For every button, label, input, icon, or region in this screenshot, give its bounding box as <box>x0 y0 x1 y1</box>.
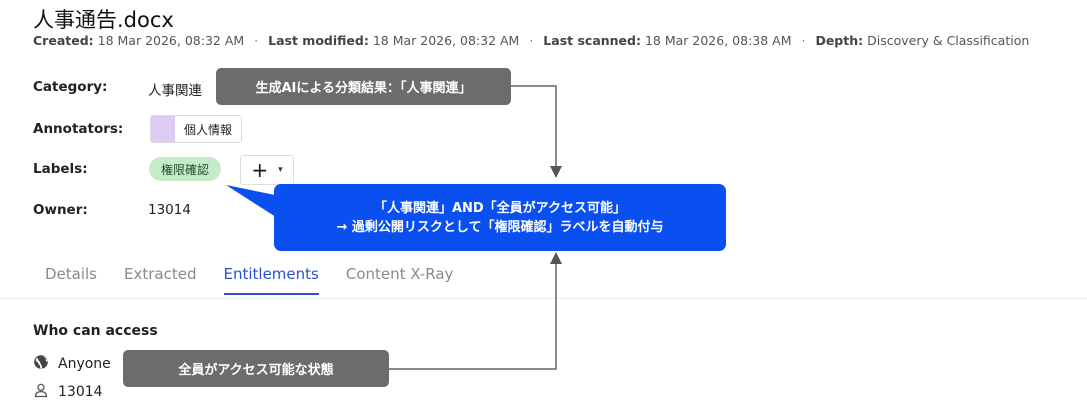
rule-callout: 「人事関連」AND「全員がアクセス可能」 → 過剰公開リスクとして「権限確認」ラ… <box>274 184 726 251</box>
arrow-category-to-rule <box>511 85 562 178</box>
rule-callout-line2: → 過剰公開リスクとして「権限確認」ラベルを自動付与 <box>336 220 664 235</box>
access-callout: 全員がアクセス可能な状態 <box>123 350 389 387</box>
rule-callout-line1: 「人事関連」AND「全員がアクセス可能」 <box>373 201 627 216</box>
category-callout: 生成AIによる分類結果：「人事関連」 <box>216 68 511 105</box>
arrow-access-to-rule <box>389 252 562 370</box>
